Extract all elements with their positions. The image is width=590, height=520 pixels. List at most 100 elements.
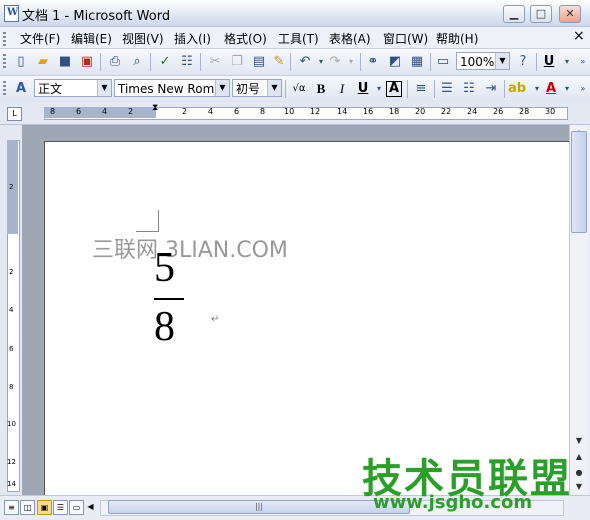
ruler-number: 24	[467, 107, 478, 116]
character-border-button[interactable]: A	[386, 81, 402, 97]
print-icon[interactable]: ⎙	[106, 53, 124, 71]
indent-marker-icon[interactable]: ⧗	[152, 103, 158, 113]
print-preview-icon[interactable]: ⌕	[128, 53, 146, 71]
align-center-icon[interactable]: ≡	[412, 80, 430, 98]
save-icon[interactable]: ■	[56, 53, 74, 71]
bold-button[interactable]: B	[312, 80, 330, 98]
fraction-numerator[interactable]: 5	[154, 244, 175, 292]
toolbar-grip-2[interactable]	[3, 81, 6, 97]
spelling-icon[interactable]: ✓	[156, 53, 174, 71]
hyperlink-icon[interactable]: ⚭	[364, 53, 382, 71]
paste-icon[interactable]: ▤	[250, 53, 268, 71]
vruler-number: 2	[9, 183, 14, 191]
ruler-number: 18	[389, 107, 400, 116]
web-layout-icon[interactable]: ◫	[20, 500, 35, 515]
vruler-number: 2	[9, 268, 14, 276]
insert-table-icon[interactable]: ▦	[408, 53, 426, 71]
menu-table[interactable]: 表格(A)	[329, 30, 371, 47]
open-folder-icon[interactable]: ▰	[34, 53, 52, 71]
maximize-button[interactable]: □	[530, 5, 552, 23]
ruler-number: 2	[182, 107, 188, 116]
style-select[interactable]: 正文 ▼	[34, 79, 112, 97]
font-dropdown-icon[interactable]: ▼	[215, 80, 229, 96]
ruler-number: 30	[545, 107, 556, 116]
ruler-number: 6	[76, 107, 82, 116]
tables-borders-icon[interactable]: ◩	[386, 53, 404, 71]
previous-page-icon[interactable]: ▲	[571, 449, 587, 465]
scroll-down-icon[interactable]: ▼	[571, 433, 587, 449]
fraction-denominator[interactable]: 8	[154, 303, 175, 351]
toolbar-options-icon[interactable]: »	[574, 53, 590, 71]
ruler-number: 20	[415, 107, 426, 116]
site-watermark: 三联网 3LIAN.COM	[92, 238, 288, 263]
menu-window[interactable]: 窗口(W)	[383, 30, 428, 47]
permission-icon[interactable]: ▣	[78, 53, 96, 71]
ruler-number: 2	[128, 107, 134, 116]
cut-icon[interactable]: ✂	[206, 53, 224, 71]
increase-indent-icon[interactable]: ⇥	[482, 80, 500, 98]
formatting-toolbar: A 正文 ▼ Times New Roma ▼ 初号 ▼ √α B I U ▾ …	[0, 76, 590, 103]
scroll-left-icon[interactable]: ◀	[84, 500, 97, 513]
redo-dropdown-icon[interactable]: ▾	[342, 53, 360, 71]
font-select[interactable]: Times New Roma ▼	[114, 79, 230, 97]
menu-format[interactable]: 格式(O)	[224, 30, 267, 47]
research-icon[interactable]: ☷	[178, 53, 196, 71]
word-app-icon[interactable]: W	[4, 5, 19, 22]
numbering-icon[interactable]: ☰	[438, 80, 456, 98]
zoom-dropdown-icon[interactable]: ▼	[495, 53, 509, 69]
vruler-number: 6	[9, 345, 14, 353]
minimize-button[interactable]: ▁	[503, 5, 525, 23]
close-document-button[interactable]: ×	[573, 28, 585, 44]
toolbar-options-icon-2[interactable]: »	[574, 80, 590, 98]
equation-icon[interactable]: √α	[288, 80, 310, 98]
paragraph-mark: ↵	[211, 314, 220, 325]
margin-corner-mark	[136, 210, 159, 232]
menu-bar: 文件(F) 编辑(E) 视图(V) 插入(I) 格式(O) 工具(T) 表格(A…	[0, 27, 590, 49]
italic-button[interactable]: I	[333, 80, 351, 98]
font-size-select[interactable]: 初号 ▼	[232, 79, 282, 97]
app-icon-letter: W	[7, 7, 19, 18]
style-dropdown-icon[interactable]: ▼	[97, 80, 111, 96]
styles-formatting-icon[interactable]: A	[12, 80, 30, 98]
ruler-number: 14	[337, 107, 348, 116]
tab-selector[interactable]: L	[7, 107, 22, 121]
style-value: 正文	[38, 82, 63, 96]
horizontal-ruler[interactable]: L 8 6 4 2 ⧗ 2 4 6 8 10 12 14 16 18 20 22…	[0, 102, 590, 125]
new-document-icon[interactable]: ▯	[12, 53, 30, 71]
zoom-select[interactable]: 100% ▼	[456, 52, 510, 70]
next-page-icon[interactable]: ▼	[571, 479, 587, 495]
vruler-number: 10	[7, 420, 16, 428]
bullets-icon[interactable]: ☷	[460, 80, 478, 98]
menu-tools[interactable]: 工具(T)	[278, 30, 319, 47]
menu-edit[interactable]: 编辑(E)	[71, 30, 112, 47]
ruler-number: 16	[363, 107, 374, 116]
vruler-number: 4	[9, 306, 14, 314]
ruler-number: 10	[284, 107, 295, 116]
ruler-number: 22	[441, 107, 452, 116]
menu-file[interactable]: 文件(F)	[20, 30, 60, 47]
normal-view-icon[interactable]: ≡	[4, 500, 19, 515]
underline-std-icon[interactable]: U	[540, 53, 558, 71]
font-size-dropdown-icon[interactable]: ▼	[267, 80, 281, 96]
ruler-number: 8	[50, 107, 56, 116]
menu-grip[interactable]	[3, 32, 6, 48]
toolbar-grip[interactable]	[3, 54, 6, 70]
highlight-icon[interactable]: ab	[508, 80, 526, 98]
menu-help[interactable]: 帮助(H)	[436, 30, 478, 47]
reading-layout-view-icon[interactable]: ▭	[69, 500, 84, 515]
ruler-number: 28	[519, 107, 530, 116]
fraction-bar	[154, 298, 184, 300]
copy-icon[interactable]: ❐	[228, 53, 246, 71]
print-layout-icon[interactable]: ▣	[37, 500, 52, 515]
outline-view-icon[interactable]: ☰	[53, 500, 68, 515]
vertical-scroll-thumb[interactable]	[571, 131, 587, 233]
reading-layout-icon[interactable]: ▭	[434, 53, 452, 71]
window-title: 文档 1 - Microsoft Word	[22, 9, 171, 24]
close-window-button[interactable]: ✕	[559, 5, 581, 23]
standard-toolbar: ▯ ▰ ■ ▣ ⎙ ⌕ ✓ ☷ ✂ ❐ ▤ ✎ ↶ ▾ ↷ ▾ ⚭ ◩ ▦ ▭ …	[0, 49, 590, 76]
font-value: Times New Roma	[118, 82, 222, 96]
format-painter-icon[interactable]: ✎	[270, 53, 288, 71]
menu-insert[interactable]: 插入(I)	[174, 30, 211, 47]
help-icon[interactable]: ?	[514, 53, 532, 71]
menu-view[interactable]: 视图(V)	[122, 30, 164, 47]
